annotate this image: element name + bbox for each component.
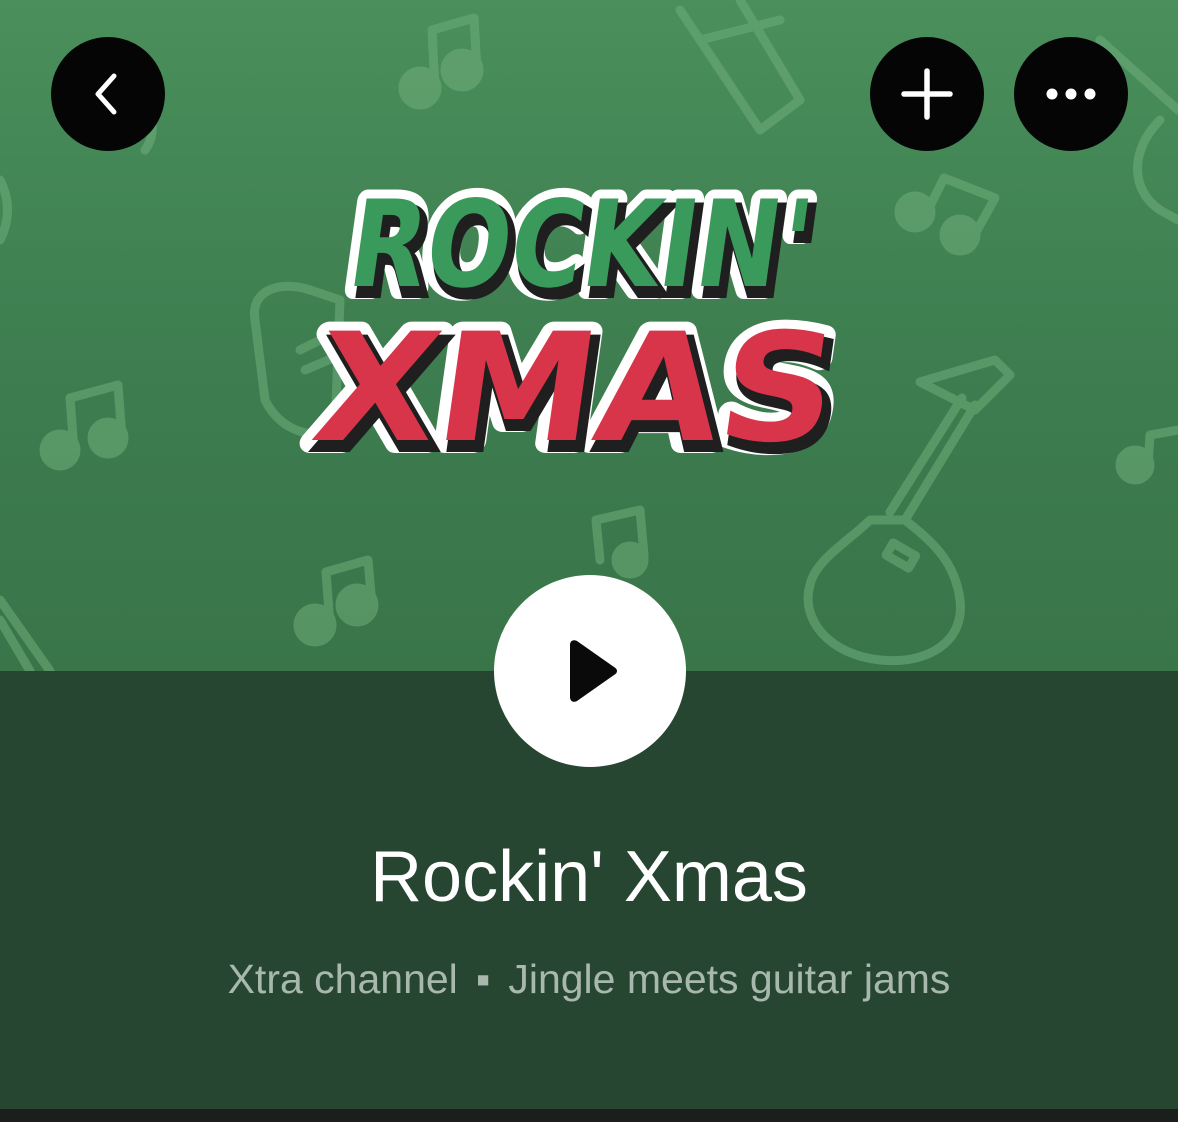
more-options-button[interactable]	[1014, 37, 1128, 151]
logo-line1-text: ROCKIN'	[341, 176, 821, 315]
add-button[interactable]	[870, 37, 984, 151]
channel-artwork: ROCKIN' ROCKIN' ROCKIN' XMAS XMAS XMAS	[0, 0, 1178, 671]
chevron-left-icon	[95, 73, 117, 115]
logo-line2-text: XMAS	[304, 301, 849, 470]
rockin-xmas-logo: ROCKIN' ROCKIN' ROCKIN' XMAS XMAS XMAS	[292, 167, 859, 470]
play-icon	[570, 640, 617, 702]
channel-subtitle: Xtra channel ▪ Jingle meets guitar jams	[0, 952, 1178, 1006]
back-button[interactable]	[51, 37, 165, 151]
plus-icon	[901, 68, 953, 120]
bottom-divider	[0, 1109, 1178, 1122]
channel-description: Jingle meets guitar jams	[508, 956, 951, 1002]
channel-page: ROCKIN' ROCKIN' ROCKIN' XMAS XMAS XMAS R…	[0, 0, 1178, 1122]
channel-title: Rockin' Xmas	[370, 837, 808, 917]
play-button[interactable]	[494, 575, 686, 767]
channel-type: Xtra channel	[227, 956, 458, 1002]
ellipsis-icon	[1046, 88, 1096, 100]
subtitle-separator: ▪	[475, 956, 491, 1002]
music-note-icon	[398, 13, 484, 110]
